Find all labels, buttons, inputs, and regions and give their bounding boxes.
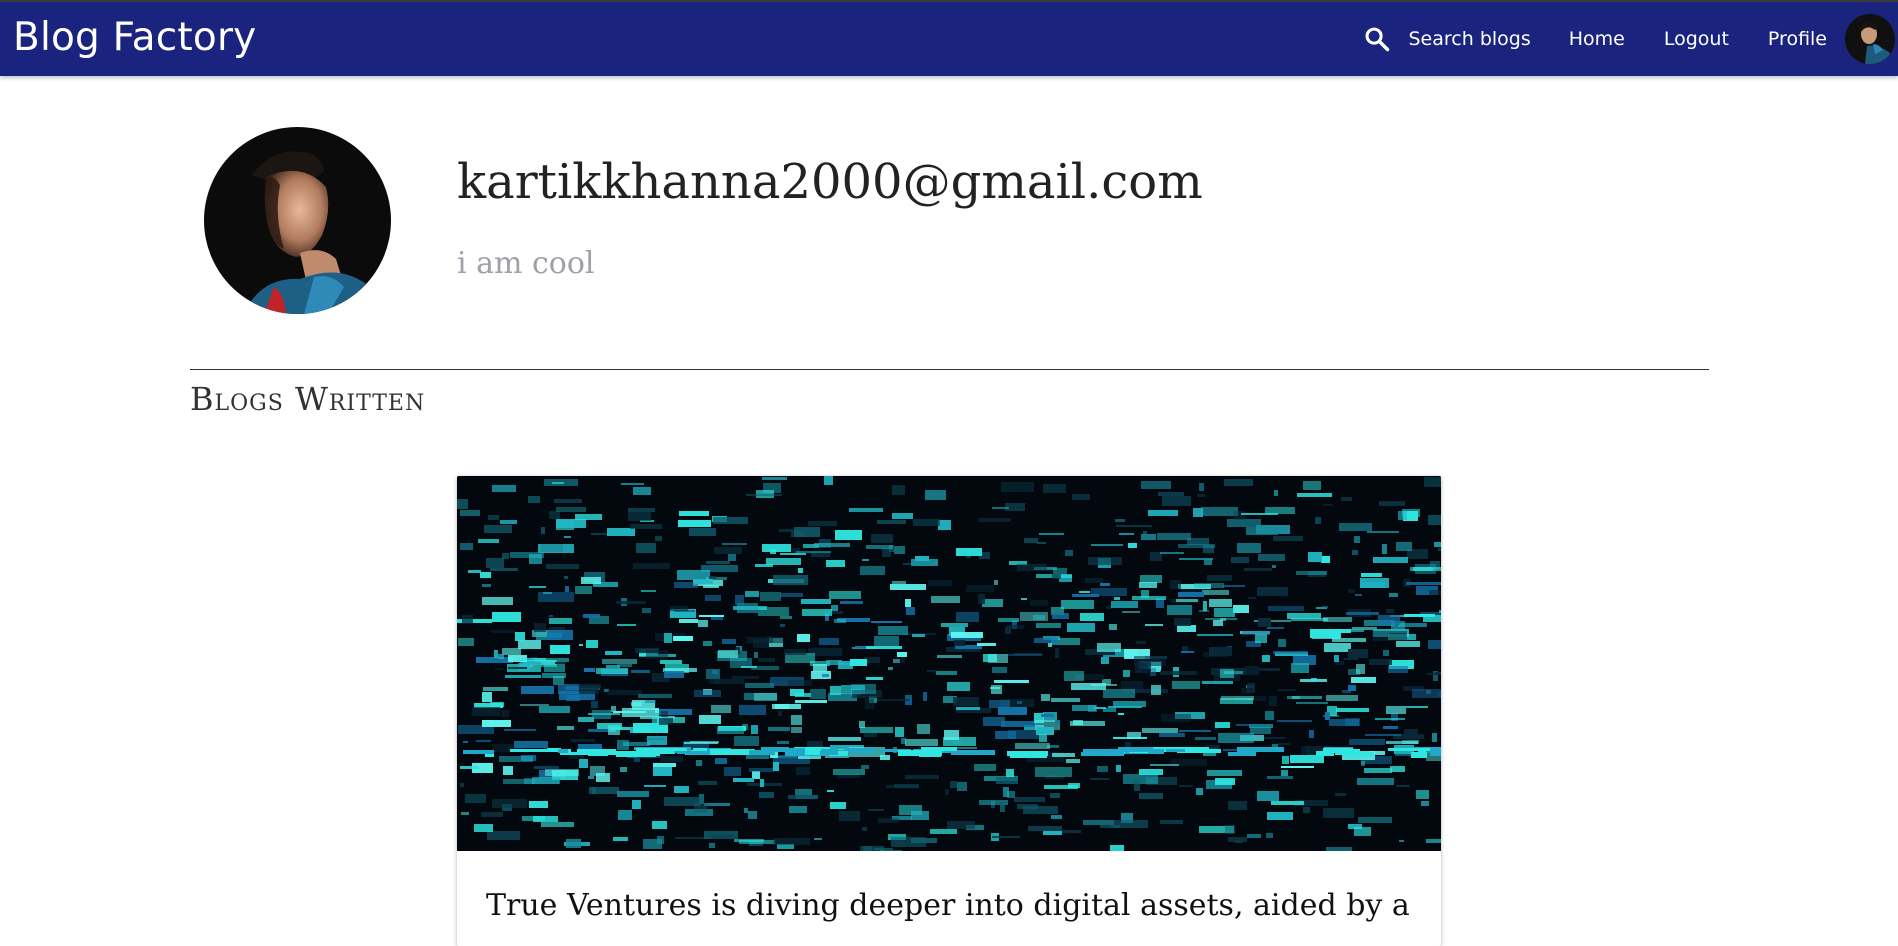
search-blogs-link[interactable]: Search blogs xyxy=(1409,28,1531,50)
blog-title[interactable]: True Ventures is diving deeper into digi… xyxy=(486,886,1416,926)
brand-logo[interactable]: Blog Factory xyxy=(13,14,256,62)
profile-avatar xyxy=(204,127,391,314)
blog-cover-image xyxy=(457,476,1441,851)
top-navbar: Blog Factory Search blogs Home Logout Pr… xyxy=(0,0,1898,76)
search-icon[interactable] xyxy=(1363,25,1391,53)
profile-email: kartikkhanna2000@gmail.com xyxy=(457,150,1203,214)
section-divider xyxy=(190,369,1709,370)
profile-avatar-image xyxy=(204,127,391,314)
nav-links: Search blogs Home Logout Profile xyxy=(1363,2,1898,76)
logout-link[interactable]: Logout xyxy=(1664,28,1729,50)
profile-bio: i am cool xyxy=(457,244,595,284)
home-link[interactable]: Home xyxy=(1569,28,1625,50)
profile-link[interactable]: Profile xyxy=(1768,28,1827,50)
blogs-written-heading: Blogs Written xyxy=(190,378,425,420)
avatar-image xyxy=(1845,14,1895,64)
blog-card[interactable]: True Ventures is diving deeper into digi… xyxy=(457,476,1441,946)
avatar[interactable] xyxy=(1845,14,1895,64)
